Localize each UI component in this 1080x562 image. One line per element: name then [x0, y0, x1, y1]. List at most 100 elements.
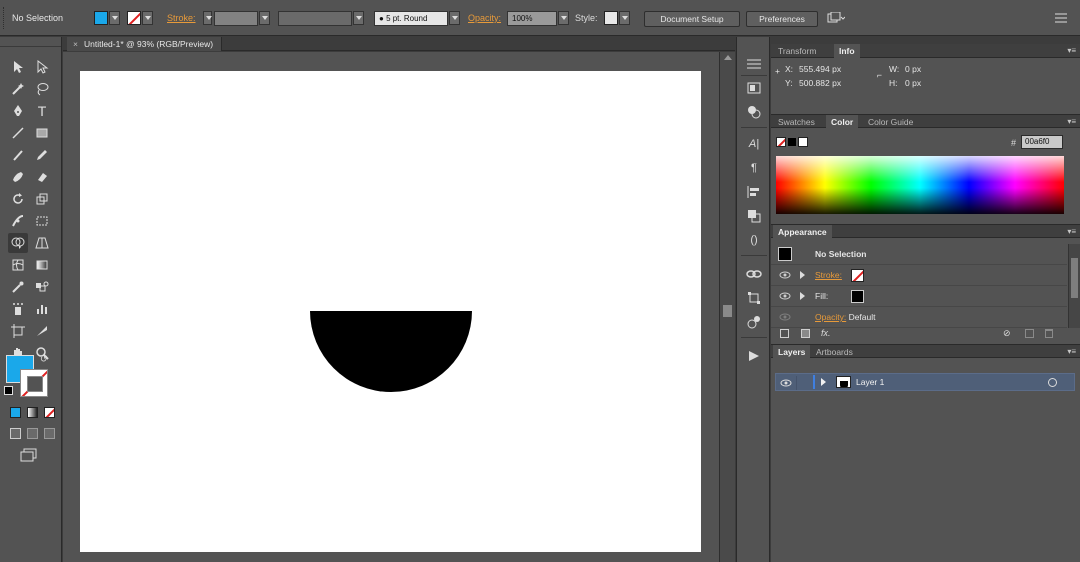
mesh-tool-icon[interactable] — [8, 255, 28, 275]
panel-menu-icon[interactable] — [1055, 13, 1067, 23]
brushes-panel-icon[interactable] — [745, 79, 763, 97]
shape-builder-tool-icon[interactable] — [8, 233, 28, 253]
variable-width-field[interactable] — [278, 11, 352, 26]
eraser-tool-icon[interactable] — [32, 167, 52, 187]
layer-name[interactable]: Layer 1 — [856, 377, 884, 387]
type-tool-icon[interactable]: T — [32, 101, 52, 121]
arrange-documents-icon[interactable] — [827, 11, 846, 25]
graphic-styles-panel-icon[interactable] — [745, 313, 763, 331]
opentype-panel-icon[interactable]: () — [745, 231, 763, 249]
tab-color[interactable]: Color — [826, 115, 859, 129]
hex-input[interactable]: 00a6f0 — [1021, 135, 1063, 149]
panel-menu-lines-icon[interactable] — [745, 55, 763, 73]
brush-dropdown[interactable] — [449, 11, 460, 25]
scroll-thumb[interactable] — [723, 305, 732, 317]
document-tab[interactable]: × Untitled-1* @ 93% (RGB/Preview) — [67, 37, 223, 51]
expand-triangle-icon[interactable] — [800, 292, 805, 300]
style-swatch[interactable] — [604, 11, 618, 25]
layer-visibility-eye-icon[interactable] — [780, 378, 792, 388]
panel-options-icon[interactable]: ▾≡ — [1067, 46, 1076, 55]
stroke-dropdown[interactable] — [142, 11, 153, 25]
black-color-icon[interactable] — [787, 137, 797, 147]
panel-options-icon[interactable]: ▾≡ — [1067, 117, 1076, 126]
color-mode-icon[interactable] — [10, 407, 21, 418]
stroke-color-box[interactable] — [20, 369, 48, 397]
screen-mode-icon[interactable] — [20, 448, 38, 462]
paragraph-panel-icon[interactable]: ¶ — [745, 159, 763, 177]
magic-wand-tool-icon[interactable] — [8, 79, 28, 99]
clear-appearance-icon[interactable]: ⊘ — [1003, 328, 1011, 339]
free-transform-tool-icon[interactable] — [32, 211, 52, 231]
tools-panel-header[interactable] — [0, 37, 61, 47]
tab-info[interactable]: Info — [834, 44, 860, 58]
pathfinder-panel-icon[interactable] — [745, 207, 763, 225]
appearance-fill-row[interactable]: Fill: — [771, 286, 1067, 307]
line-tool-icon[interactable] — [8, 123, 28, 143]
grip-handle[interactable] — [3, 7, 6, 29]
draw-behind-icon[interactable] — [27, 428, 38, 439]
column-graph-tool-icon[interactable] — [32, 299, 52, 319]
appearance-opacity-row[interactable]: Opacity: Default — [771, 307, 1067, 328]
pencil-tool-icon[interactable] — [32, 145, 52, 165]
appearance-stroke-row[interactable]: Stroke: — [771, 265, 1067, 286]
draw-inside-icon[interactable] — [44, 428, 55, 439]
perspective-grid-tool-icon[interactable] — [32, 233, 52, 253]
opacity-dropdown[interactable] — [558, 11, 569, 25]
artboard-tool-icon[interactable] — [8, 321, 28, 341]
variable-width-dropdown[interactable] — [353, 11, 364, 25]
blend-tool-icon[interactable] — [32, 277, 52, 297]
draw-normal-icon[interactable] — [10, 428, 21, 439]
panel-options-icon[interactable]: ▾≡ — [1067, 227, 1076, 236]
delete-item-icon[interactable] — [1045, 329, 1053, 338]
visibility-eye-dim-icon[interactable] — [779, 312, 791, 322]
character-panel-icon[interactable]: A| — [745, 135, 763, 153]
actions-panel-icon[interactable] — [745, 347, 763, 365]
swap-fill-stroke-icon[interactable]: ↺ — [40, 354, 48, 365]
brush-field[interactable]: ● 5 pt. Round — [374, 11, 448, 26]
document-setup-button[interactable]: Document Setup — [644, 11, 740, 27]
none-mode-icon[interactable] — [44, 407, 55, 418]
vertical-scrollbar[interactable] — [719, 52, 735, 562]
layer-lock-toggle[interactable] — [796, 376, 810, 390]
style-dropdown[interactable] — [619, 11, 630, 25]
lasso-tool-icon[interactable] — [32, 79, 52, 99]
stroke-link[interactable]: Stroke: — [167, 13, 196, 23]
scroll-up-icon[interactable] — [724, 55, 732, 60]
duplicate-item-icon[interactable] — [1025, 329, 1034, 338]
opacity-field[interactable]: 100% — [507, 11, 557, 26]
eyedropper-tool-icon[interactable] — [8, 277, 28, 297]
appearance-stroke-link[interactable]: Stroke: — [815, 270, 842, 280]
transform-panel-icon[interactable] — [745, 289, 763, 307]
stroke-none-swatch[interactable] — [851, 269, 864, 282]
selection-tool-icon[interactable] — [8, 57, 28, 77]
appearance-scroll-thumb[interactable] — [1071, 258, 1078, 298]
add-fill-icon[interactable] — [801, 329, 810, 338]
gradient-mode-icon[interactable] — [27, 407, 38, 418]
stroke-swatch[interactable] — [127, 11, 141, 25]
tab-color-guide[interactable]: Color Guide — [863, 115, 918, 129]
none-color-icon[interactable] — [776, 137, 786, 147]
stroke-weight-dropdown[interactable] — [259, 11, 270, 25]
stroke-weight-field[interactable] — [214, 11, 258, 26]
tab-swatches[interactable]: Swatches — [773, 115, 820, 129]
fill-swatch[interactable] — [94, 11, 108, 25]
white-color-icon[interactable] — [798, 137, 808, 147]
slice-tool-icon[interactable] — [32, 321, 52, 341]
opacity-link[interactable]: Opacity: — [468, 13, 501, 23]
tab-transform[interactable]: Transform — [773, 44, 821, 58]
symbols-panel-icon[interactable] — [745, 103, 763, 121]
links-panel-icon[interactable] — [745, 265, 763, 283]
stroke-weight-stepper[interactable] — [203, 11, 212, 25]
scale-tool-icon[interactable] — [32, 189, 52, 209]
rotate-tool-icon[interactable] — [8, 189, 28, 209]
appearance-opacity-link[interactable]: Opacity: — [815, 312, 846, 322]
default-fill-stroke-icon[interactable] — [4, 386, 13, 395]
visibility-eye-icon[interactable] — [779, 291, 791, 301]
layer-target-icon[interactable] — [1048, 378, 1057, 387]
tab-layers[interactable]: Layers — [773, 345, 811, 359]
panel-options-icon[interactable]: ▾≡ — [1067, 347, 1076, 356]
appearance-scrollbar[interactable] — [1068, 244, 1080, 328]
align-panel-icon[interactable] — [745, 183, 763, 201]
fill-dropdown[interactable] — [109, 11, 120, 25]
canvas-area[interactable] — [63, 52, 719, 562]
